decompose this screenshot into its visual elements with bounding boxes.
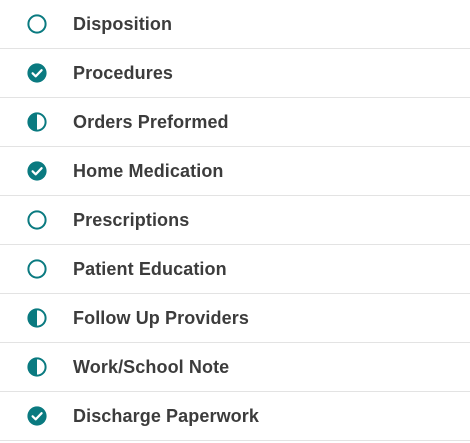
status-complete-icon xyxy=(27,161,47,181)
status-empty-icon xyxy=(27,14,47,34)
list-item-prescriptions[interactable]: Prescriptions xyxy=(0,196,470,245)
list-item-label: Procedures xyxy=(73,62,174,83)
status-partial-icon xyxy=(27,112,47,132)
status-complete-icon xyxy=(27,63,47,83)
list-item-orders-preformed[interactable]: Orders Preformed xyxy=(0,98,470,147)
list-item-label: Disposition xyxy=(73,13,173,34)
status-complete-icon xyxy=(27,406,47,426)
status-partial-icon xyxy=(27,357,47,377)
status-empty-icon xyxy=(27,210,47,230)
list-item-follow-up-providers[interactable]: Follow Up Providers xyxy=(0,294,470,343)
list-item-label: Orders Preformed xyxy=(73,111,229,132)
list-item-label: Prescriptions xyxy=(73,209,190,230)
discharge-checklist: Disposition Procedures Orders Preformed … xyxy=(0,0,470,441)
list-item-procedures[interactable]: Procedures xyxy=(0,49,470,98)
status-empty-icon xyxy=(27,259,47,279)
list-item-label: Work/School Note xyxy=(73,356,230,377)
list-item-label: Patient Education xyxy=(73,258,227,279)
list-item-patient-education[interactable]: Patient Education xyxy=(0,245,470,294)
list-item-label: Follow Up Providers xyxy=(73,307,249,328)
list-item-discharge-paperwork[interactable]: Discharge Paperwork xyxy=(0,392,470,441)
list-item-label: Discharge Paperwork xyxy=(73,405,259,426)
list-item-label: Home Medication xyxy=(73,160,224,181)
status-partial-icon xyxy=(27,308,47,328)
list-item-work-school-note[interactable]: Work/School Note xyxy=(0,343,470,392)
list-item-disposition[interactable]: Disposition xyxy=(0,0,470,49)
list-item-home-medication[interactable]: Home Medication xyxy=(0,147,470,196)
